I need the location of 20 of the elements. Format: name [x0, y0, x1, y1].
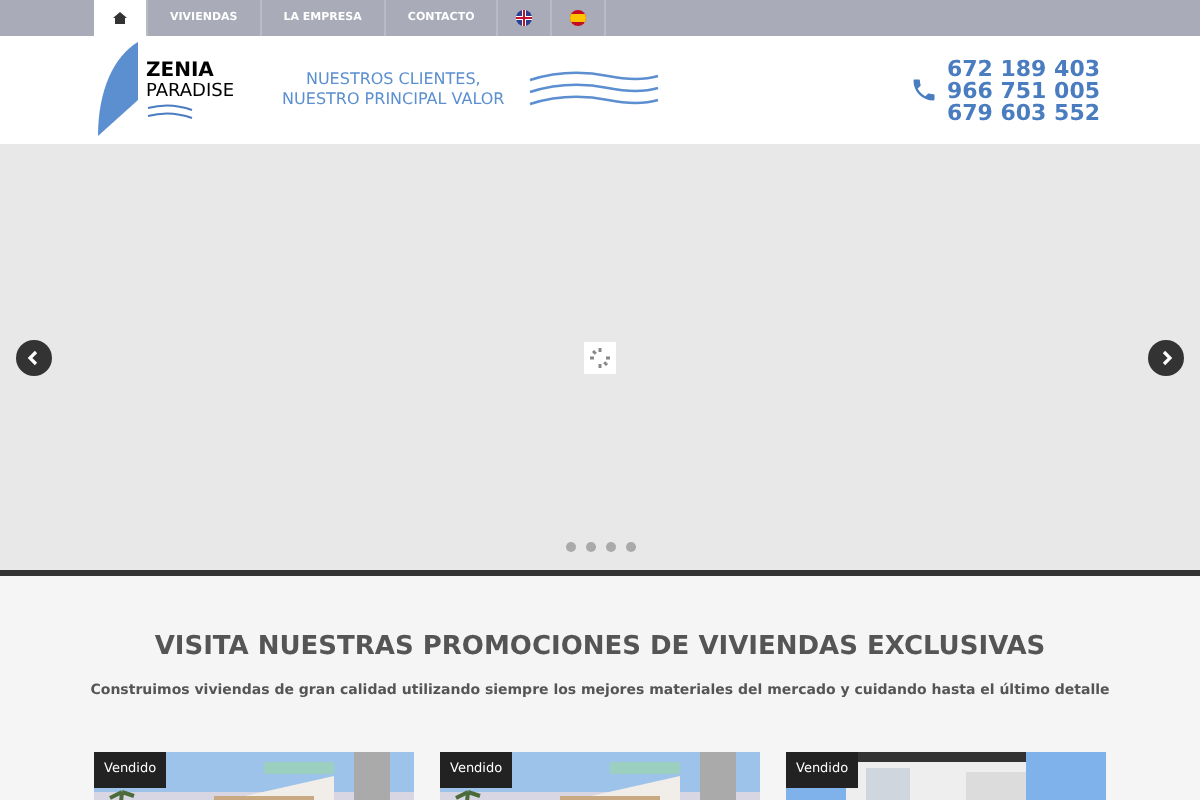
phone-number: 966 751 005	[946, 79, 1100, 101]
chevron-right-icon	[1158, 349, 1174, 365]
home-button[interactable]	[94, 0, 148, 36]
logo-text: ZENIA	[146, 60, 216, 82]
slogan-text: NUESTROS CLIENTES,	[305, 70, 481, 90]
phone-number: 672 189 403	[946, 57, 1100, 79]
chevron-left-icon	[26, 349, 42, 365]
loading-spinner-icon	[584, 341, 616, 373]
logo-text: PARADISE	[146, 82, 235, 102]
slogan-text: NUESTRO PRINCIPAL VALOR	[282, 90, 505, 110]
previous-arrow-button[interactable]	[16, 339, 52, 375]
uk-flag-icon	[516, 10, 533, 26]
phone-icon	[910, 76, 939, 104]
section-title: VISITA NUESTRAS PROMOCIONES DE VIVIENDAS EXCLUSIVAS	[154, 630, 1046, 666]
next-arrow-button[interactable]	[1148, 339, 1184, 375]
home-icon	[112, 10, 128, 26]
waves-icon	[146, 104, 194, 120]
phone-number: 679 603 552	[946, 101, 1100, 123]
sail-logo-icon	[94, 40, 142, 140]
spain-flag-icon	[570, 10, 587, 26]
